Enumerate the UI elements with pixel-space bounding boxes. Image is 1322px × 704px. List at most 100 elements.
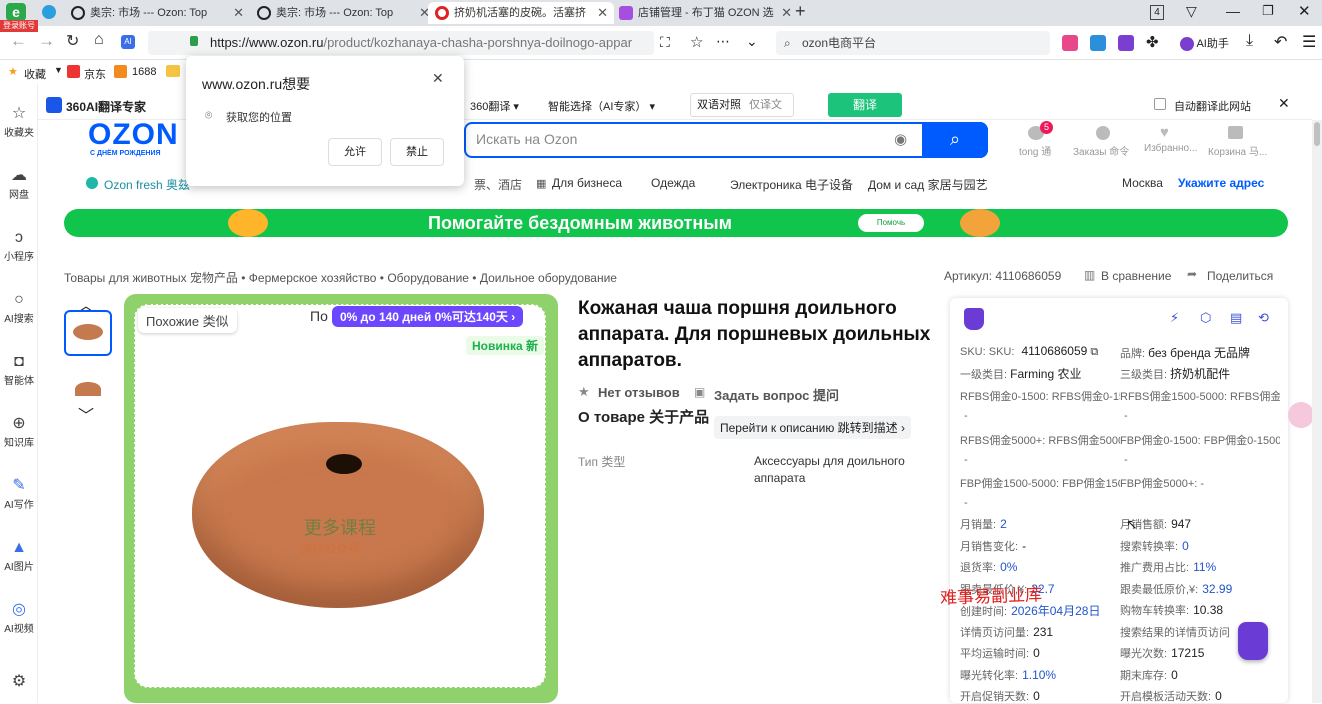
ozon-search-input[interactable]: Искать на Ozon (476, 131, 577, 147)
profile-label[interactable]: tong 通 (1019, 143, 1051, 158)
tab-ozon-2[interactable]: 奥宗: 市场 --- Ozon: Top ✕ (250, 2, 436, 24)
translate-mode-select[interactable]: 智能选择（AI专家） ▾ (548, 98, 655, 114)
close-icon[interactable]: ✕ (781, 2, 792, 24)
close-window-icon[interactable]: ✕ (1298, 2, 1311, 20)
calculator-icon[interactable]: ▤ (1230, 310, 1242, 326)
reviews-link[interactable]: Нет отзывов (598, 385, 680, 400)
translate-page-icon[interactable]: ⛶ (660, 34, 670, 51)
menu-clothes[interactable]: Одежда (651, 176, 695, 190)
menu-home-garden[interactable]: Дом и сад 家居与园艺 (868, 176, 988, 193)
only-translation-option[interactable]: 仅译文 (749, 99, 782, 111)
ozon-search-button[interactable]: ⌕ (922, 122, 988, 158)
product-image-frame[interactable]: Похожие 类似 По 0% до 140 дней 0%可达140天 › … (124, 294, 558, 703)
undo-icon[interactable]: ↶ (1274, 32, 1287, 52)
thumbnail-1[interactable] (64, 310, 112, 356)
favorites-label[interactable]: Избранно... (1144, 143, 1197, 154)
scrollbar-thumb[interactable] (1314, 122, 1320, 146)
tab-shop[interactable]: 店铺管理 - 布丁猫 OZON 选 ✕ (612, 2, 798, 24)
minimize-icon[interactable]: — (1226, 3, 1240, 19)
orders-label[interactable]: Заказы 命令 (1073, 143, 1129, 158)
breadcrumb-item[interactable]: Фермерское хозяйство (249, 271, 377, 285)
menu-icon[interactable]: ☰ (1302, 32, 1316, 52)
side-float-icon[interactable] (1288, 402, 1314, 428)
menu-hidden-item[interactable]: 票、酒店 (474, 176, 522, 193)
back-icon[interactable]: ← (10, 31, 27, 51)
menu-ozon-fresh[interactable]: Ozon fresh 奥兹 (104, 176, 190, 193)
tab-count-icon[interactable]: 4 (1150, 5, 1164, 20)
close-icon[interactable]: ✕ (432, 70, 444, 87)
puzzle-icon[interactable]: ✤ (1146, 33, 1159, 51)
thumbnail-2[interactable] (64, 368, 112, 402)
installment-badge[interactable]: 0% до 140 дней 0%可达140天 › (332, 306, 524, 327)
close-icon[interactable]: ✕ (1278, 95, 1290, 112)
sidebar-item-knowledge[interactable]: ⊕ 知识库 (0, 414, 38, 449)
share-link[interactable]: Поделиться (1207, 269, 1273, 283)
sidebar-item-cloud[interactable]: ☁ 网盘 (0, 166, 38, 201)
promo-banner[interactable]: Помогайте бездомным животным Помочь (64, 209, 1288, 237)
cart-icon[interactable] (1228, 126, 1243, 139)
lock-icon[interactable] (190, 36, 198, 46)
shirt-icon[interactable]: ▽ (1186, 3, 1197, 20)
deny-button[interactable]: 禁止 (390, 138, 444, 166)
lightning-icon[interactable]: ⚡ (1170, 310, 1179, 326)
breadcrumb-item[interactable]: Доильное оборудование (480, 271, 617, 285)
bookmark-1688[interactable]: 1688 (132, 66, 156, 78)
scrollbar[interactable] (1312, 120, 1322, 703)
sidebar-item-miniapp[interactable]: ↄ 小程序 (0, 228, 38, 263)
star-icon[interactable]: ☆ (690, 33, 703, 51)
copy-icon[interactable]: ⧉ (1090, 346, 1098, 358)
sidebar-item-ai-image[interactable]: ▲ AI图片 (0, 538, 38, 573)
city-label[interactable]: Москва (1122, 176, 1163, 190)
browser-logo-icon[interactable]: e (6, 3, 26, 21)
dropdown-icon[interactable]: ⌄ (746, 33, 758, 50)
menu-business[interactable]: Для бизнеса (552, 176, 622, 190)
compare-link[interactable]: В сравнение (1101, 269, 1171, 283)
tab-product[interactable]: 挤奶机活塞的皮碗。活塞挤 ✕ (428, 2, 614, 24)
ext-icon-2[interactable] (1090, 35, 1106, 51)
login-badge[interactable]: 登录账号 (0, 20, 38, 32)
close-icon[interactable]: ✕ (233, 2, 244, 24)
ask-question-link[interactable]: Задать вопрос 提问 (714, 385, 839, 404)
translate-button[interactable]: 翻译 (828, 93, 902, 117)
ai-icon[interactable]: AI (121, 35, 135, 49)
address-link[interactable]: Укажите адрес (1178, 176, 1264, 190)
refresh-icon[interactable]: ⟲ (1258, 310, 1269, 326)
ext-icon-1[interactable] (1062, 35, 1078, 51)
browser-search-box[interactable]: ⌕ ozon电商平台 (776, 31, 1050, 55)
breadcrumb-item[interactable]: Товары для животных 宠物产品 (64, 271, 238, 285)
auto-translate-checkbox[interactable] (1154, 98, 1166, 110)
tab-ozon-1[interactable]: 奥宗: 市场 --- Ozon: Top ✕ (64, 2, 250, 24)
article-number[interactable]: Артикул: 4110686059 (944, 269, 1061, 283)
ai-helper-button[interactable]: AI助手 (1180, 35, 1229, 52)
plugin-float-cat-icon[interactable] (1238, 622, 1268, 660)
telegram-icon[interactable] (42, 5, 56, 19)
camera-icon[interactable]: ◉ (894, 130, 907, 148)
sidebar-item-favorites[interactable]: ☆ 收藏夹 (0, 104, 38, 139)
bookmark-dropdown-icon[interactable]: ▼ (54, 65, 63, 75)
ozon-logo[interactable]: OZON (88, 118, 179, 152)
download-icon[interactable]: ⤓ (1246, 32, 1253, 50)
allow-button[interactable]: 允许 (328, 138, 382, 166)
translate-engine-select[interactable]: 360翻译 ▾ (470, 98, 519, 114)
heart-icon[interactable]: ♥ (1160, 124, 1169, 141)
sidebar-settings[interactable]: ⚙ (0, 672, 38, 692)
home-icon[interactable]: ⌂ (94, 31, 104, 49)
type-value[interactable]: Аксессуары для доильного аппарата (754, 453, 924, 487)
reload-icon[interactable]: ↻ (66, 31, 79, 51)
cart-label[interactable]: Корзина 马... (1208, 143, 1267, 158)
gallery-down-icon[interactable]: ﹀ (78, 402, 94, 426)
bookmark-jd[interactable]: 京东 (84, 66, 106, 82)
folder-icon[interactable] (166, 65, 180, 77)
more-icon[interactable]: ⋯ (716, 33, 730, 50)
sidebar-item-ai-writing[interactable]: ✎ AI写作 (0, 476, 38, 511)
breadcrumb-item[interactable]: Оборудование (387, 271, 469, 285)
new-tab-icon[interactable]: + (795, 1, 806, 22)
similar-button[interactable]: Похожие 类似 (138, 308, 237, 333)
auto-translate-label[interactable]: 自动翻译此网站 (1174, 98, 1251, 114)
sidebar-item-agent[interactable]: ◘ 智能体 (0, 352, 38, 387)
banner-help-button[interactable]: Помочь (858, 214, 924, 232)
goto-description-button[interactable]: Перейти к описанию 跳转到描述 › (714, 416, 912, 439)
restore-icon[interactable]: ❐ (1262, 3, 1274, 19)
menu-electronics[interactable]: Электроника 电子设备 (730, 176, 853, 193)
bilingual-option[interactable]: 双语对照 (697, 99, 741, 111)
